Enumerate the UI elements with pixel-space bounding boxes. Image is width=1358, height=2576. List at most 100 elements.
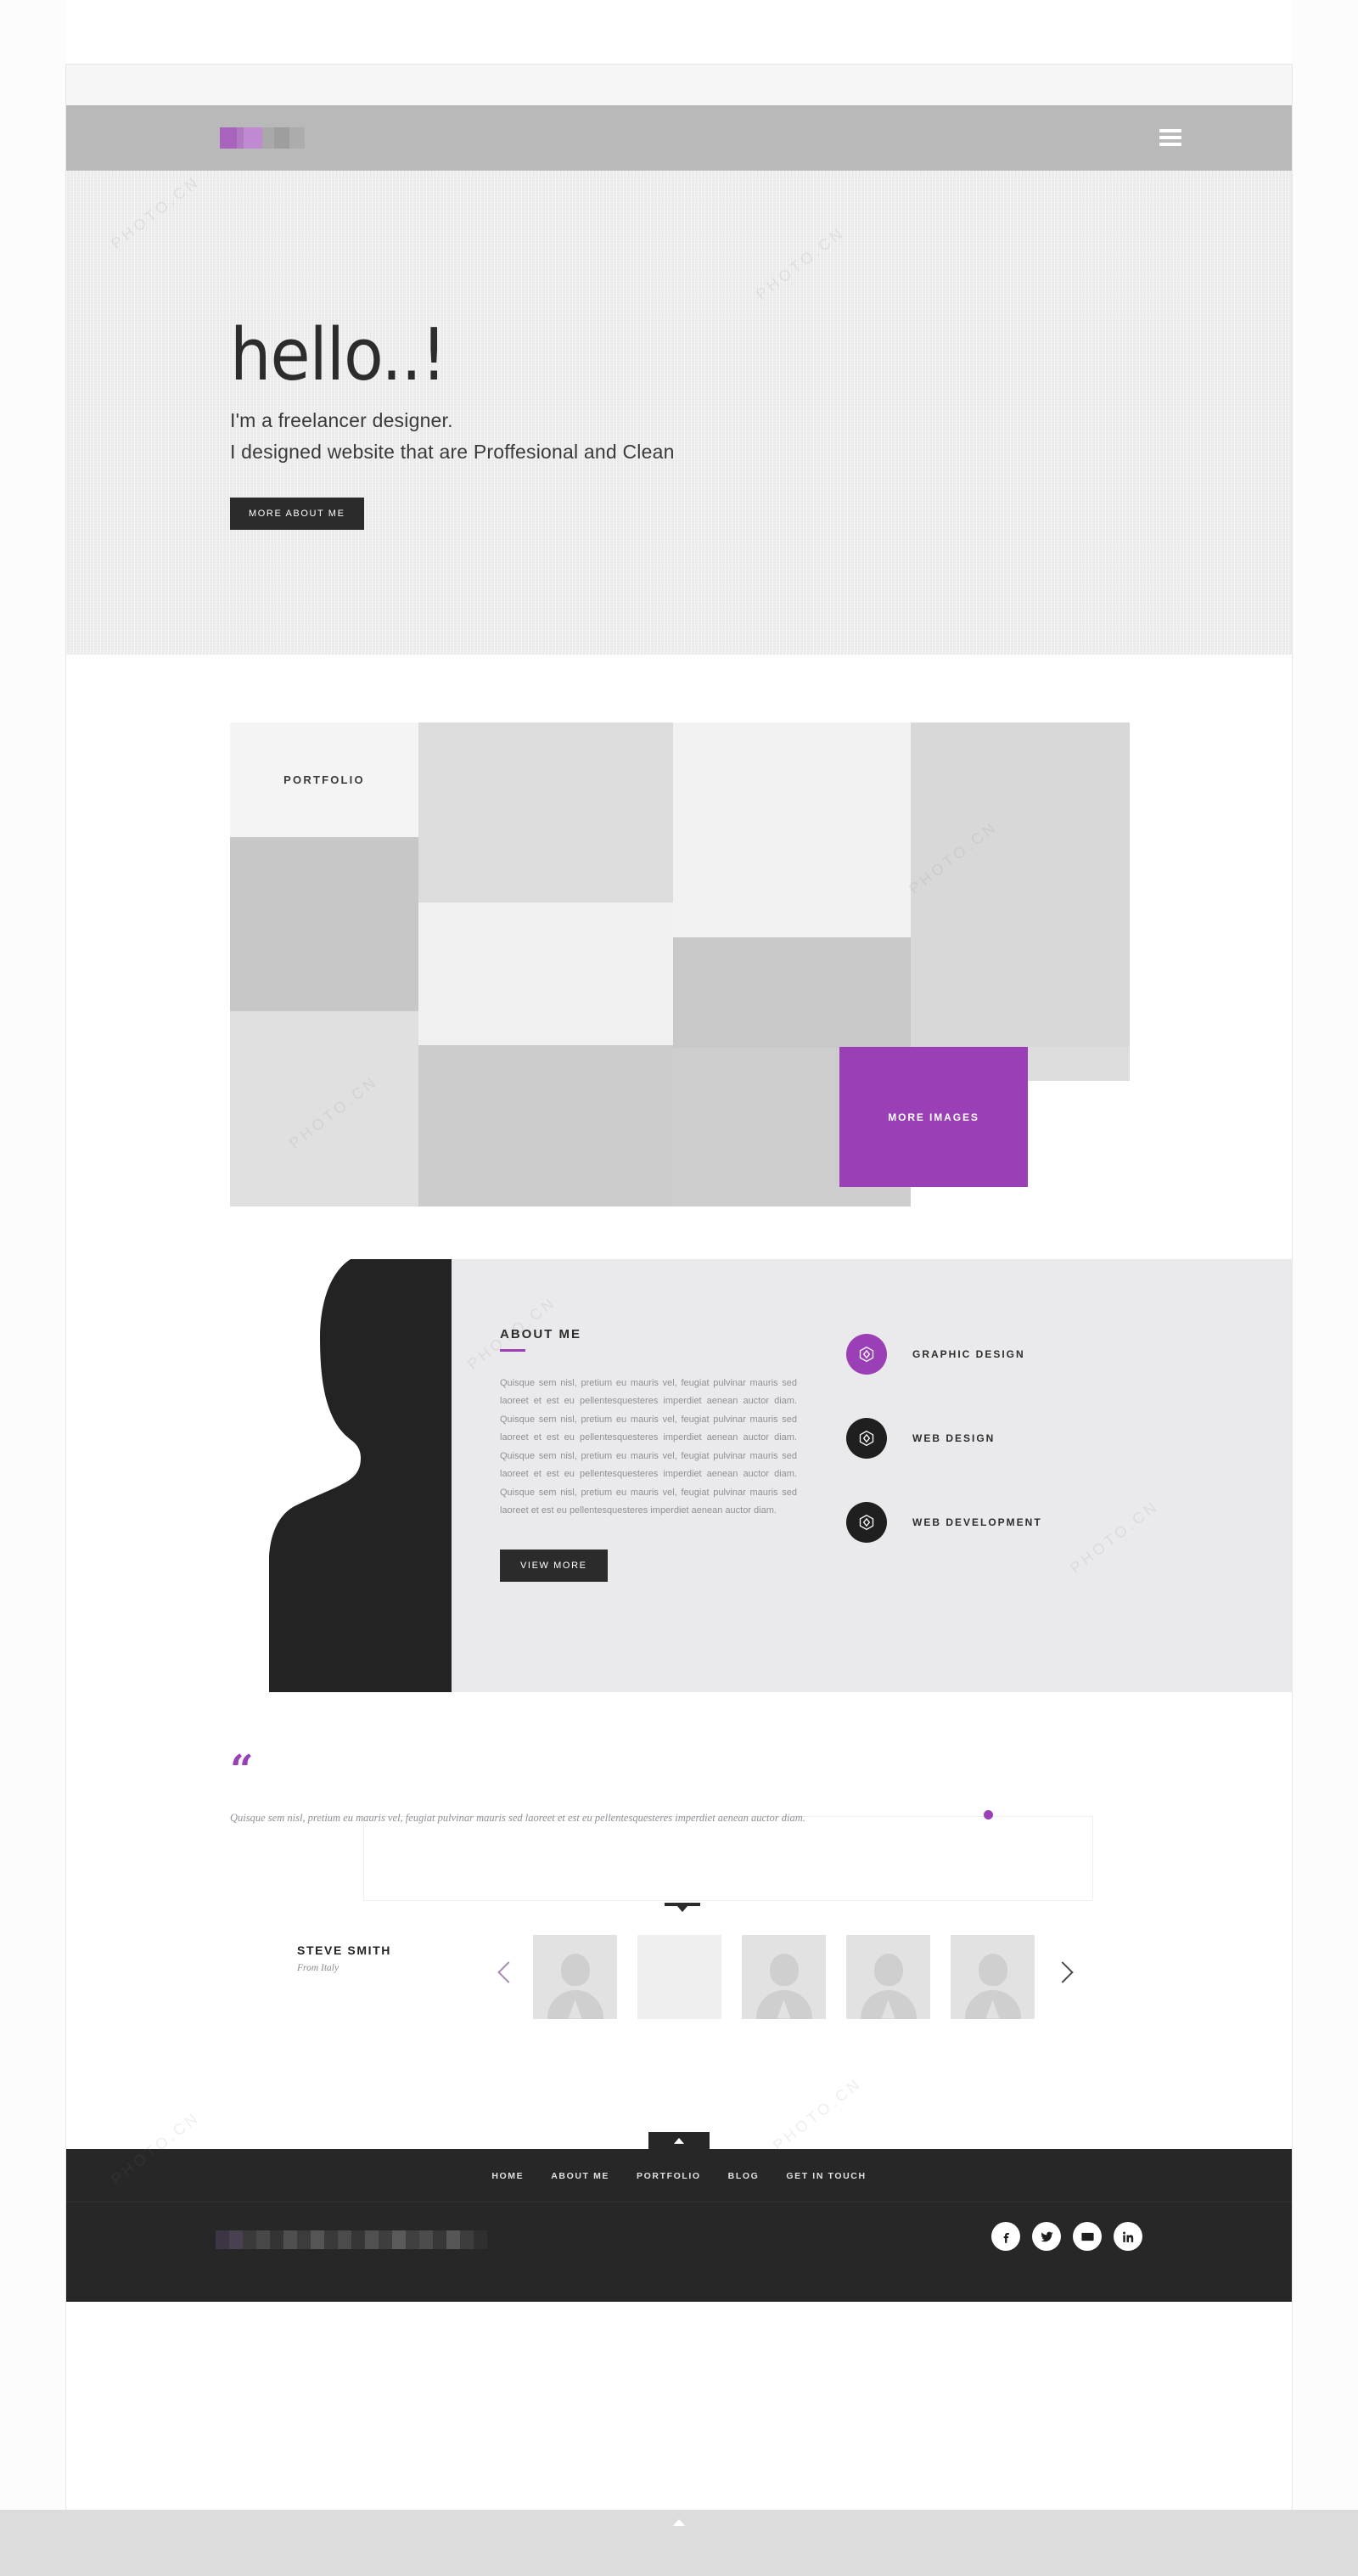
chevron-up-icon[interactable] (648, 2517, 710, 2530)
about-heading: ABOUT ME (500, 1327, 581, 1341)
cube-icon (846, 1418, 887, 1459)
bottom-strip (0, 2510, 1358, 2576)
linkedin-icon[interactable] (1114, 2222, 1142, 2251)
px (474, 2230, 487, 2249)
testimonial-author: STEVE SMITH From Italy (297, 1943, 391, 1973)
px (365, 2230, 379, 2249)
cube-icon (846, 1334, 887, 1375)
portfolio-tile[interactable] (230, 837, 418, 1011)
about-band: ABOUT ME Quisque sem nisl, pretium eu ma… (230, 1259, 1292, 1692)
px (406, 2230, 419, 2249)
site-viewport: hello..! I'm a freelancer designer. I de… (66, 105, 1292, 2510)
more-images-label: MORE IMAGES (888, 1111, 979, 1123)
service-label: GRAPHIC DESIGN (912, 1348, 1025, 1360)
chevron-right-icon[interactable] (1045, 1953, 1077, 2000)
px (256, 2230, 270, 2249)
hero-subtitle-line1: I'm a freelancer designer. (230, 408, 453, 431)
view-more-button[interactable]: VIEW MORE (500, 1549, 608, 1582)
hero-content: hello..! I'm a freelancer designer. I de… (230, 313, 675, 530)
site-header (66, 105, 1292, 171)
copyright-blurred-text (216, 2230, 487, 2249)
footer-link-about-me[interactable]: ABOUT ME (551, 2171, 609, 2181)
chevron-left-icon[interactable] (491, 1953, 523, 2000)
quote-mark-icon: “ (230, 1746, 254, 1794)
cube-icon (846, 1502, 887, 1543)
testimonial-thumbnail[interactable] (742, 1934, 826, 2019)
portfolio-grid: PORTFOLIO MORE IMAGES (230, 723, 1130, 1206)
px (392, 2230, 406, 2249)
portfolio-tile[interactable] (418, 723, 673, 903)
person-silhouette-icon (269, 1259, 452, 1692)
hero-subtitle-line2: I designed website that are Proffesional… (230, 440, 675, 463)
portfolio-tile[interactable] (418, 1045, 673, 1206)
px (297, 2230, 311, 2249)
px (379, 2230, 392, 2249)
px (216, 2230, 229, 2249)
testimonial-carousel (491, 1930, 1110, 2023)
site-footer: HOME ABOUT ME PORTFOLIO BLOG GET IN TOUC… (66, 2132, 1292, 2302)
about-text-block: ABOUT ME Quisque sem nisl, pretium eu ma… (500, 1327, 797, 1582)
about-body-text: Quisque sem nisl, pretium eu mauris vel,… (500, 1378, 797, 1516)
testimonial-section: “ Quisque sem nisl, pretium eu mauris ve… (66, 1699, 1292, 2149)
testimonial-thumbnail[interactable] (951, 1934, 1035, 2019)
author-name: STEVE SMITH (297, 1943, 391, 1957)
service-item-graphic-design[interactable]: GRAPHIC DESIGN (846, 1334, 1203, 1375)
px (311, 2230, 324, 2249)
testimonial-box (363, 1816, 1093, 1901)
portfolio-tile[interactable] (418, 903, 673, 1045)
testimonial-thumbnail[interactable] (637, 1934, 721, 2019)
px (270, 2230, 283, 2249)
px (351, 2230, 365, 2249)
footer-link-portfolio[interactable]: PORTFOLIO (637, 2171, 701, 2181)
testimonial-thumbnail[interactable] (846, 1934, 930, 2019)
footer-link-get-in-touch[interactable]: GET IN TOUCH (786, 2171, 866, 2181)
services-list: GRAPHIC DESIGN WEB DESIGN WEB DEVELOPMEN… (846, 1334, 1203, 1586)
footer-link-blog[interactable]: BLOG (728, 2171, 760, 2181)
portfolio-label-tile: PORTFOLIO (230, 723, 418, 837)
footer-navigation: HOME ABOUT ME PORTFOLIO BLOG GET IN TOUC… (66, 2171, 1292, 2181)
more-images-button[interactable]: MORE IMAGES (839, 1047, 1028, 1187)
hamburger-icon[interactable] (1159, 129, 1181, 146)
px (283, 2230, 297, 2249)
facebook-icon[interactable] (991, 2222, 1020, 2251)
site-logo[interactable] (220, 127, 305, 149)
portfolio-tile[interactable] (673, 937, 911, 1048)
portfolio-tile[interactable] (673, 723, 911, 937)
social-links (991, 2222, 1142, 2251)
avatar-head (978, 1953, 1007, 1986)
twitter-icon[interactable] (1032, 2222, 1061, 2251)
hero-section: hello..! I'm a freelancer designer. I de… (66, 171, 1292, 655)
hamburger-bar (1159, 136, 1181, 139)
left-gutter (0, 0, 66, 2576)
more-about-me-button[interactable]: MORE ABOUT ME (230, 497, 364, 530)
logo-block (262, 127, 274, 149)
logo-block (237, 127, 244, 149)
logo-block (289, 127, 305, 149)
service-item-web-design[interactable]: WEB DESIGN (846, 1418, 1203, 1459)
px (460, 2230, 474, 2249)
portfolio-tile[interactable] (911, 723, 1130, 1047)
right-gutter (1292, 0, 1358, 2576)
portfolio-label: PORTFOLIO (283, 773, 365, 786)
author-location: From Italy (297, 1963, 340, 1973)
avatar-head (769, 1953, 799, 1986)
service-label: WEB DESIGN (912, 1432, 996, 1444)
logo-block (220, 127, 237, 149)
service-label: WEB DEVELOPMENT (912, 1516, 1042, 1528)
portfolio-tile[interactable] (230, 1011, 418, 1206)
browser-titlebar (66, 65, 1292, 105)
hero-title: hello..! (230, 313, 447, 397)
about-portrait (230, 1259, 452, 1692)
scroll-to-top-button[interactable] (648, 2132, 710, 2149)
footer-link-home[interactable]: HOME (491, 2171, 524, 2181)
hamburger-bar (1159, 143, 1181, 146)
testimonial-thumbnail[interactable] (533, 1934, 617, 2019)
hamburger-bar (1159, 129, 1181, 132)
avatar-head (560, 1953, 590, 1986)
about-section: ABOUT ME Quisque sem nisl, pretium eu ma… (66, 1249, 1292, 1699)
service-item-web-development[interactable]: WEB DEVELOPMENT (846, 1502, 1203, 1543)
logo-block (274, 127, 289, 149)
page-canvas: hello..! I'm a freelancer designer. I de… (0, 0, 1358, 2576)
email-icon[interactable] (1073, 2222, 1102, 2251)
logo-block (244, 127, 262, 149)
